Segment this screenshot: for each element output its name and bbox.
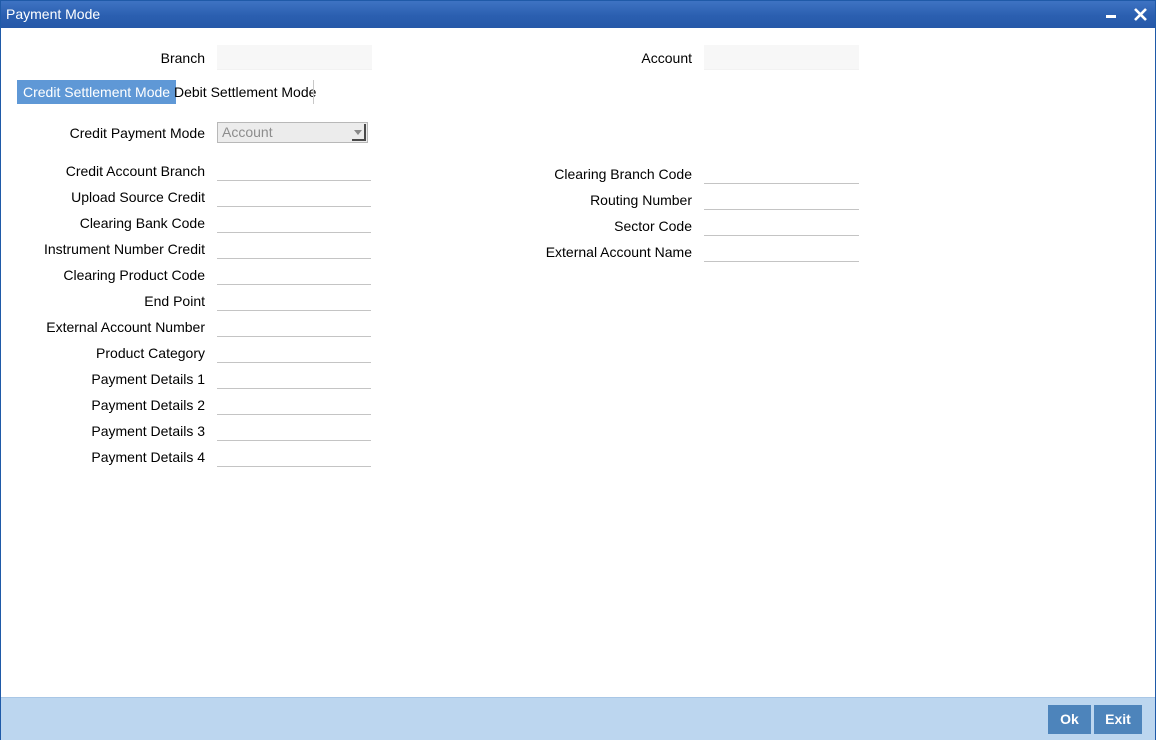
product-category-field[interactable] — [217, 338, 371, 363]
payment-details-3-field[interactable] — [217, 416, 371, 441]
sector-code-label: Sector Code — [614, 218, 692, 234]
close-icon[interactable] — [1131, 5, 1151, 25]
payment-details-2-field[interactable] — [217, 390, 371, 415]
instrument-number-credit-field[interactable] — [217, 234, 371, 259]
product-category-label: Product Category — [96, 345, 205, 361]
end-point-label: End Point — [144, 293, 205, 309]
branch-label: Branch — [160, 50, 205, 66]
payment-details-1-label: Payment Details 1 — [91, 371, 205, 387]
footer-bar: Ok Exit — [1, 697, 1155, 740]
upload-source-credit-label: Upload Source Credit — [71, 189, 205, 205]
branch-field[interactable] — [217, 45, 372, 70]
minimize-icon[interactable] — [1101, 5, 1121, 25]
clearing-bank-code-label: Clearing Bank Code — [79, 215, 205, 231]
routing-number-field[interactable] — [704, 185, 859, 210]
payment-details-3-label: Payment Details 3 — [91, 423, 205, 439]
title-bar: Payment Mode — [1, 1, 1155, 28]
payment-mode-window: Payment Mode Branch Account Credit Settl… — [0, 0, 1156, 740]
sector-code-field[interactable] — [704, 211, 859, 236]
instrument-number-credit-label: Instrument Number Credit — [43, 241, 205, 257]
ok-button[interactable]: Ok — [1048, 705, 1091, 734]
clearing-bank-code-field[interactable] — [217, 208, 371, 233]
external-account-number-label: External Account Number — [46, 319, 205, 335]
credit-payment-mode-label: Credit Payment Mode — [69, 125, 205, 141]
credit-account-branch-label: Credit Account Branch — [65, 163, 205, 179]
tab-credit-settlement-mode[interactable]: Credit Settlement Mode — [17, 80, 177, 104]
credit-payment-mode-value: Account — [222, 124, 273, 140]
tab-divider — [313, 80, 314, 104]
exit-button[interactable]: Exit — [1094, 705, 1142, 734]
clearing-product-code-label: Clearing Product Code — [63, 267, 205, 283]
end-point-field[interactable] — [217, 286, 371, 311]
clearing-branch-code-label: Clearing Branch Code — [554, 166, 692, 182]
external-account-number-field[interactable] — [217, 312, 371, 337]
account-label: Account — [641, 50, 692, 66]
payment-details-4-field[interactable] — [217, 442, 371, 467]
chevron-down-icon[interactable] — [352, 124, 366, 141]
external-account-name-field[interactable] — [704, 237, 859, 262]
payment-details-1-field[interactable] — [217, 364, 371, 389]
credit-payment-mode-select[interactable]: Account — [217, 122, 368, 143]
clearing-branch-code-field[interactable] — [704, 159, 859, 184]
clearing-product-code-field[interactable] — [217, 260, 371, 285]
routing-number-label: Routing Number — [590, 192, 692, 208]
tab-debit-settlement-mode[interactable]: Debit Settlement Mode — [168, 80, 322, 104]
credit-account-branch-field[interactable] — [217, 156, 371, 181]
external-account-name-label: External Account Name — [545, 244, 692, 260]
payment-details-4-label: Payment Details 4 — [91, 449, 205, 465]
window-title: Payment Mode — [6, 6, 101, 22]
upload-source-credit-field[interactable] — [217, 182, 371, 207]
account-field[interactable] — [704, 45, 859, 70]
payment-details-2-label: Payment Details 2 — [91, 397, 205, 413]
